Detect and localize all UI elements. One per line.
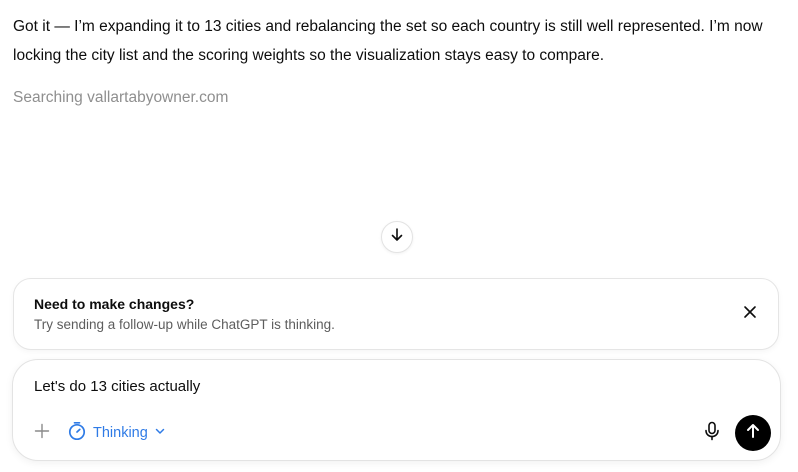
- prompt-input[interactable]: Let's do 13 cities actually: [34, 378, 200, 395]
- chevron-down-icon: [154, 425, 166, 441]
- thinking-mode-label: Thinking: [93, 425, 148, 441]
- search-status: Searching vallartabyowner.com: [13, 89, 229, 106]
- plus-icon: [34, 423, 50, 444]
- timer-icon: [67, 421, 87, 445]
- arrow-down-icon: [389, 227, 405, 248]
- arrow-up-icon: [744, 422, 762, 445]
- notice-body: Try sending a follow-up while ChatGPT is…: [34, 317, 335, 332]
- chat-page: Got it — I’m expanding it to 13 cities a…: [0, 0, 798, 472]
- scroll-to-bottom-button[interactable]: [381, 221, 413, 253]
- composer: Let's do 13 cities actually Thinking: [12, 359, 781, 461]
- assistant-message: Got it — I’m expanding it to 13 cities a…: [13, 18, 763, 64]
- dictate-button[interactable]: [701, 421, 723, 446]
- notice-title: Need to make changes?: [34, 296, 195, 312]
- microphone-icon: [703, 421, 721, 446]
- thinking-mode-button[interactable]: Thinking: [67, 420, 166, 446]
- close-icon: [743, 305, 757, 324]
- add-attachment-button[interactable]: [31, 422, 53, 444]
- send-button[interactable]: [735, 415, 771, 451]
- close-notice-button[interactable]: [740, 304, 760, 324]
- follow-up-notice: Need to make changes? Try sending a foll…: [13, 278, 779, 350]
